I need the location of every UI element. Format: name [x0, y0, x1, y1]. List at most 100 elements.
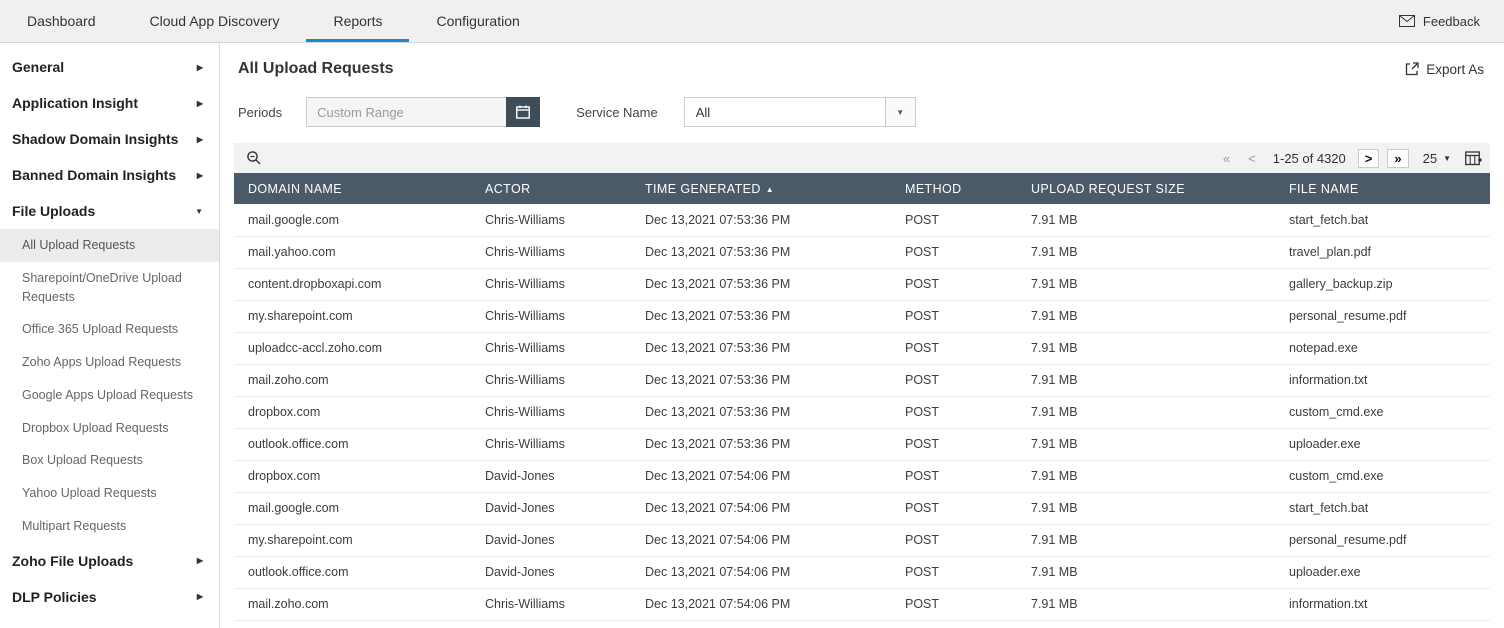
table-row[interactable]: my.sharepoint.comDavid-JonesDec 13,2021 …	[234, 524, 1490, 556]
table-cell: uploader.exe	[1275, 556, 1490, 588]
table-cell: Dec 13,2021 07:53:36 PM	[631, 268, 891, 300]
sidebar-item-google-apps-upload-requests[interactable]: Google Apps Upload Requests	[0, 379, 219, 412]
table-row[interactable]: mail.zoho.comChris-WilliamsDec 13,2021 0…	[234, 588, 1490, 620]
main-content: All Upload Requests Export As Periods Se…	[220, 43, 1504, 628]
column-header-domain-name[interactable]: DOMAIN NAME	[234, 173, 471, 204]
sidebar-item-multipart-requests[interactable]: Multipart Requests	[0, 510, 219, 543]
table-cell: 7.91 MB	[1017, 364, 1275, 396]
table-cell: custom_cmd.exe	[1275, 460, 1490, 492]
tab-dashboard[interactable]: Dashboard	[0, 0, 123, 42]
column-header-method[interactable]: METHOD	[891, 173, 1017, 204]
table-cell: POST	[891, 492, 1017, 524]
column-header-file-name[interactable]: FILE NAME	[1275, 173, 1490, 204]
table-cell: David-Jones	[471, 556, 631, 588]
chevron-right-icon: ▶	[197, 63, 203, 72]
table-row[interactable]: mail.google.comChris-WilliamsDec 13,2021…	[234, 204, 1490, 236]
table-cell: Dec 13,2021 07:53:36 PM	[631, 332, 891, 364]
sidebar-item-zoho-apps-upload-requests[interactable]: Zoho Apps Upload Requests	[0, 346, 219, 379]
table-area: « < 1-25 of 4320 > » 25 ▼ DOMAIN NAM	[234, 143, 1490, 628]
sidebar-item-yahoo-upload-requests[interactable]: Yahoo Upload Requests	[0, 477, 219, 510]
last-page-button[interactable]: »	[1387, 149, 1408, 168]
service-name-label: Service Name	[576, 105, 658, 120]
next-page-button[interactable]: >	[1358, 149, 1380, 168]
column-header-time-generated[interactable]: TIME GENERATED▲	[631, 173, 891, 204]
sidebar-item-dropbox-upload-requests[interactable]: Dropbox Upload Requests	[0, 412, 219, 445]
sidebar-section-label: Application Insight	[12, 95, 138, 111]
sidebar-item-sharepoint-onedrive-upload-requests[interactable]: Sharepoint/OneDrive Upload Requests	[0, 262, 219, 314]
column-header-upload-request-size[interactable]: UPLOAD REQUEST SIZE	[1017, 173, 1275, 204]
table-row[interactable]: uploadcc-accl.zoho.comChris-WilliamsDec …	[234, 332, 1490, 364]
table-cell: 7.91 MB	[1017, 460, 1275, 492]
table-cell: Dec 13,2021 07:54:06 PM	[631, 492, 891, 524]
table-cell: POST	[891, 428, 1017, 460]
sidebar-section-zoho-file-uploads[interactable]: Zoho File Uploads▶	[0, 543, 219, 579]
table-cell: travel_plan.pdf	[1275, 236, 1490, 268]
sidebar-section-banned-domain-insights[interactable]: Banned Domain Insights▶	[0, 157, 219, 193]
feedback-envelope-icon	[1399, 15, 1415, 27]
table-cell: mail.zoho.com	[234, 364, 471, 396]
table-cell: information.txt	[1275, 364, 1490, 396]
sidebar-section-general[interactable]: General▶	[0, 49, 219, 85]
sidebar-section-dlp-policies[interactable]: DLP Policies▶	[0, 579, 219, 615]
tab-reports[interactable]: Reports	[306, 0, 409, 42]
table-row[interactable]: my.sharepoint.comChris-WilliamsDec 13,20…	[234, 300, 1490, 332]
table-cell: 7.91 MB	[1017, 300, 1275, 332]
table-cell: POST	[891, 588, 1017, 620]
table-cell: personal_resume.pdf	[1275, 300, 1490, 332]
chevron-right-icon: ▶	[197, 99, 203, 108]
table-body: mail.google.comChris-WilliamsDec 13,2021…	[234, 204, 1490, 620]
table-row[interactable]: mail.google.comDavid-JonesDec 13,2021 07…	[234, 492, 1490, 524]
column-chooser-icon[interactable]	[1465, 151, 1482, 166]
sidebar-section-application-insight[interactable]: Application Insight ▶	[0, 85, 219, 121]
page-size-select[interactable]: 25 ▼	[1417, 149, 1457, 168]
first-page-button[interactable]: «	[1218, 151, 1235, 166]
table-cell: 7.91 MB	[1017, 524, 1275, 556]
table-cell: Dec 13,2021 07:54:06 PM	[631, 588, 891, 620]
table-cell: 7.91 MB	[1017, 396, 1275, 428]
table-row[interactable]: mail.yahoo.comChris-WilliamsDec 13,2021 …	[234, 236, 1490, 268]
column-header-actor[interactable]: ACTOR	[471, 173, 631, 204]
table-cell: gallery_backup.zip	[1275, 268, 1490, 300]
sidebar-item-all-upload-requests[interactable]: All Upload Requests	[0, 229, 219, 262]
table-row[interactable]: dropbox.comChris-WilliamsDec 13,2021 07:…	[234, 396, 1490, 428]
table-cell: 7.91 MB	[1017, 332, 1275, 364]
table-cell: my.sharepoint.com	[234, 524, 471, 556]
table-cell: POST	[891, 332, 1017, 364]
sidebar-item-box-upload-requests[interactable]: Box Upload Requests	[0, 444, 219, 477]
service-name-select[interactable]: All ▼	[684, 97, 916, 127]
feedback-button[interactable]: Feedback	[1375, 0, 1504, 42]
sidebar-item-office-365-upload-requests[interactable]: Office 365 Upload Requests	[0, 313, 219, 346]
table-cell: 7.91 MB	[1017, 588, 1275, 620]
sidebar-section-label: Zoho File Uploads	[12, 553, 133, 569]
feedback-label: Feedback	[1423, 14, 1480, 29]
table-cell: POST	[891, 396, 1017, 428]
export-icon	[1405, 62, 1419, 76]
tab-cloud-app-discovery[interactable]: Cloud App Discovery	[123, 0, 307, 42]
table-row[interactable]: outlook.office.comChris-WilliamsDec 13,2…	[234, 428, 1490, 460]
calendar-button[interactable]	[506, 97, 540, 127]
prev-page-button[interactable]: <	[1243, 151, 1261, 166]
upload-requests-table: DOMAIN NAMEACTORTIME GENERATED▲METHODUPL…	[234, 173, 1490, 621]
pagination-range: 1-25 of 4320	[1269, 151, 1350, 166]
table-row[interactable]: outlook.office.comDavid-JonesDec 13,2021…	[234, 556, 1490, 588]
table-cell: dropbox.com	[234, 396, 471, 428]
table-cell: Dec 13,2021 07:54:06 PM	[631, 460, 891, 492]
tab-configuration[interactable]: Configuration	[409, 0, 546, 42]
table-cell: start_fetch.bat	[1275, 204, 1490, 236]
sidebar-section-file-uploads[interactable]: File Uploads▼	[0, 193, 219, 229]
table-cell: outlook.office.com	[234, 428, 471, 460]
sidebar-section-shadow-domain-insights[interactable]: Shadow Domain Insights▶	[0, 121, 219, 157]
period-range-input[interactable]	[306, 97, 506, 127]
page-size-value: 25	[1423, 151, 1437, 166]
table-row[interactable]: dropbox.comDavid-JonesDec 13,2021 07:54:…	[234, 460, 1490, 492]
sidebar: General▶ Application Insight ▶ Shadow Domai…	[0, 43, 220, 628]
table-cell: my.sharepoint.com	[234, 300, 471, 332]
table-row[interactable]: content.dropboxapi.comChris-WilliamsDec …	[234, 268, 1490, 300]
table-cell: custom_cmd.exe	[1275, 396, 1490, 428]
table-cell: 7.91 MB	[1017, 492, 1275, 524]
table-cell: Chris-Williams	[471, 300, 631, 332]
export-as-button[interactable]: Export As	[1405, 62, 1484, 77]
search-icon[interactable]	[246, 150, 262, 166]
table-cell: 7.91 MB	[1017, 268, 1275, 300]
table-row[interactable]: mail.zoho.comChris-WilliamsDec 13,2021 0…	[234, 364, 1490, 396]
